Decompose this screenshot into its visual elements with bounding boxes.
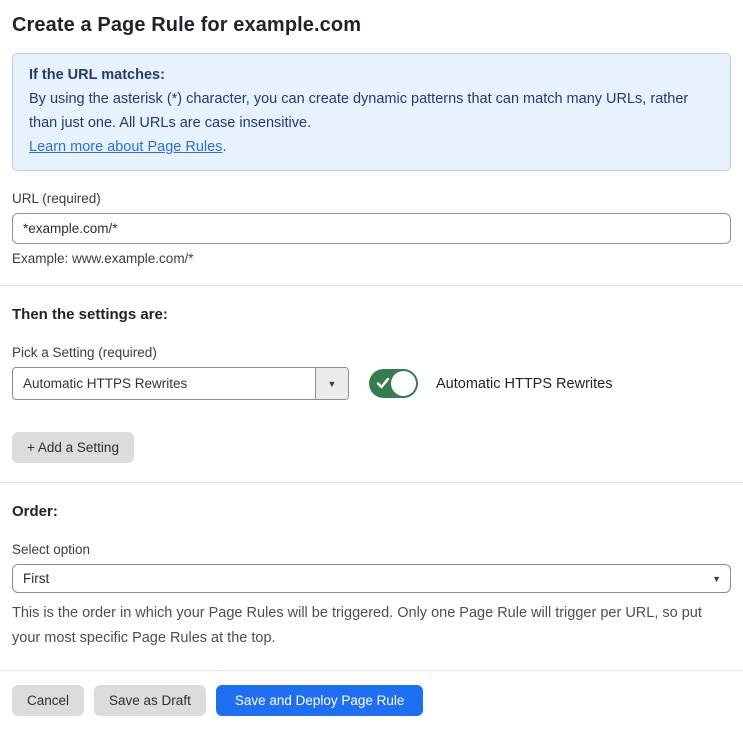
- setting-dropdown-arrow-button[interactable]: ▼: [315, 368, 348, 399]
- setting-dropdown[interactable]: Automatic HTTPS Rewrites ▼: [12, 367, 349, 400]
- chevron-down-icon: ▼: [327, 378, 337, 389]
- save-as-draft-button[interactable]: Save as Draft: [94, 685, 206, 716]
- divider: [0, 670, 743, 671]
- toggle-knob: [391, 371, 416, 396]
- page-title: Create a Page Rule for example.com: [12, 14, 362, 36]
- save-and-deploy-button[interactable]: Save and Deploy Page Rule: [215, 685, 424, 716]
- order-section-heading: Order:: [12, 503, 58, 520]
- divider: [0, 285, 743, 286]
- footer-actions: Cancel Save as Draft Save and Deploy Pag…: [12, 685, 731, 716]
- url-example-hint: Example: www.example.com/*: [12, 251, 194, 266]
- settings-section-heading: Then the settings are:: [12, 306, 168, 323]
- order-select-value: First: [23, 571, 50, 586]
- url-input[interactable]: [12, 213, 731, 244]
- pick-setting-label: Pick a Setting (required): [12, 345, 157, 360]
- https-rewrites-toggle[interactable]: [369, 369, 418, 398]
- url-field-label: URL (required): [12, 191, 101, 206]
- info-box-heading: If the URL matches:: [29, 67, 165, 83]
- info-box-body: By using the asterisk (*) character, you…: [29, 91, 689, 131]
- info-box-link-line: Learn more about Page Rules.: [29, 135, 714, 159]
- url-matches-info-box: If the URL matches: By using the asteris…: [12, 53, 731, 171]
- setting-dropdown-value: Automatic HTTPS Rewrites: [23, 376, 188, 391]
- add-setting-button[interactable]: + Add a Setting: [12, 432, 134, 463]
- order-select-label: Select option: [12, 542, 91, 557]
- toggle-label: Automatic HTTPS Rewrites: [436, 375, 613, 392]
- check-icon: [376, 377, 390, 389]
- order-select[interactable]: First ▼: [12, 564, 731, 593]
- page-rule-form: Create a Page Rule for example.com If th…: [0, 0, 743, 732]
- cancel-button[interactable]: Cancel: [12, 685, 85, 716]
- learn-more-link[interactable]: Learn more about Page Rules: [29, 139, 222, 155]
- chevron-down-icon: ▼: [712, 573, 721, 584]
- setting-row: Automatic HTTPS Rewrites ▼ Automatic HTT…: [12, 367, 731, 400]
- divider: [0, 482, 743, 483]
- link-suffix: .: [222, 139, 227, 155]
- order-help-text: This is the order in which your Page Rul…: [12, 605, 702, 646]
